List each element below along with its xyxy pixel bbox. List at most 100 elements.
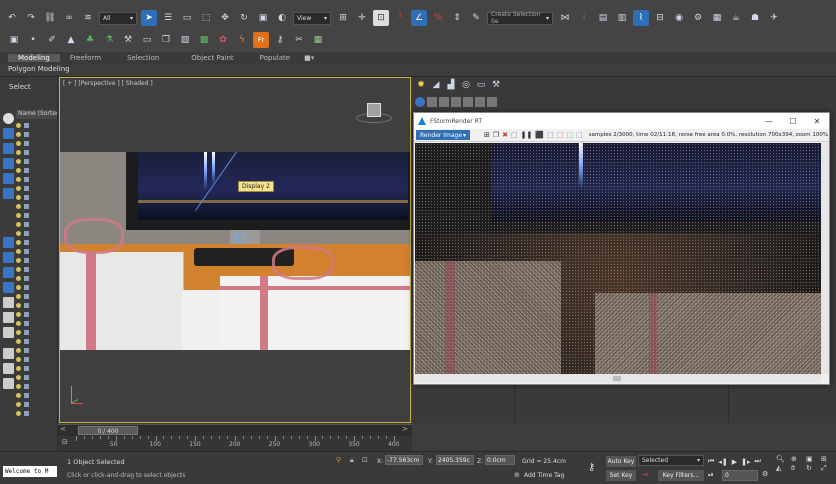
display-frozen-icon[interactable] — [3, 312, 14, 323]
red-channel-icon[interactable]: ⬚ — [557, 131, 564, 139]
visibility-bulb-icon[interactable] — [16, 177, 21, 182]
visibility-bulb-icon[interactable] — [16, 276, 21, 281]
lock-selection-icon[interactable]: 🔒︎ — [350, 456, 354, 465]
mirror-icon[interactable]: ⋈ — [557, 10, 573, 26]
visibility-bulb-icon[interactable] — [16, 312, 21, 317]
visibility-bulb-icon[interactable] — [16, 132, 21, 137]
named-selection-dropdown[interactable]: Create Selection Se ▾ — [487, 11, 553, 25]
blue-channel-icon[interactable]: ⬚ — [576, 131, 583, 139]
maxscript-listener[interactable]: Welcome to M — [3, 466, 57, 477]
time-slider-thumb[interactable]: 0 / 400 — [78, 426, 138, 435]
viewport-label[interactable]: [ + ] [Perspective ] [ Shaded ] — [63, 80, 153, 87]
x-coord-field[interactable]: -77.563cm — [385, 455, 423, 465]
zoom-extents-all-icon[interactable]: ⊞ — [821, 455, 835, 463]
display-bones-icon[interactable] — [3, 282, 14, 293]
zoom-extents-icon[interactable]: ▣ — [806, 455, 820, 463]
region-render-icon[interactable]: ⬚ — [511, 131, 518, 139]
visibility-bulb-icon[interactable] — [16, 330, 21, 335]
explorer-tree-row[interactable] — [16, 391, 58, 400]
explorer-tree-row[interactable] — [16, 319, 58, 328]
explorer-tree-row[interactable] — [16, 157, 58, 166]
zoom-all-icon[interactable]: ⊕ — [791, 455, 805, 463]
visibility-bulb-icon[interactable] — [16, 303, 21, 308]
key-mode-icon[interactable]: ⚷ — [588, 462, 595, 473]
display-cameras-icon[interactable] — [3, 173, 14, 184]
tab-object-paint[interactable]: Object Paint — [175, 54, 249, 62]
visibility-bulb-icon[interactable] — [16, 213, 21, 218]
perspective-viewport[interactable]: [ + ] [Perspective ] [ Shaded ] Display … — [59, 77, 411, 423]
time-slider[interactable]: < 0 / 400 > — [58, 424, 412, 436]
lock-render-icon[interactable]: ⬚ — [547, 131, 554, 139]
set-key-icon[interactable]: ⊸ — [642, 470, 649, 479]
prev-frame-icon[interactable]: ◂❚ — [718, 458, 727, 466]
orbit-icon[interactable]: ↻ — [806, 464, 820, 473]
play-icon[interactable]: ▶ — [732, 458, 737, 466]
explorer-tree-row[interactable] — [16, 121, 58, 130]
explorer-tree-row[interactable] — [16, 373, 58, 382]
schematic-view-icon[interactable]: ⊟ — [652, 10, 668, 26]
explorer-tree-row[interactable] — [16, 355, 58, 364]
toggle-ribbon-icon[interactable]: ▥ — [614, 10, 630, 26]
light-target-icon[interactable] — [236, 234, 244, 242]
explorer-tree-row[interactable] — [16, 346, 58, 355]
visibility-bulb-icon[interactable] — [16, 366, 21, 371]
explorer-tree-row[interactable] — [16, 382, 58, 391]
visibility-bulb-icon[interactable] — [16, 294, 21, 299]
visibility-bulb-icon[interactable] — [16, 186, 21, 191]
material-editor-icon[interactable]: ◉ — [671, 10, 687, 26]
tv-icon[interactable]: ▭ — [139, 32, 155, 48]
motion-panel-icon[interactable]: ◎ — [460, 79, 472, 91]
go-to-start-icon[interactable]: ⏮ — [708, 457, 714, 466]
fstorm-icon[interactable]: Fr — [253, 32, 269, 48]
pivot-icon[interactable]: ⊞ — [335, 10, 351, 26]
select-by-name-icon[interactable]: ☰ — [160, 10, 176, 26]
explorer-tree-row[interactable] — [16, 292, 58, 301]
minimize-icon[interactable]: — — [757, 117, 781, 126]
lights-icon[interactable] — [439, 97, 449, 107]
field-of-view-icon[interactable]: ◭ — [776, 464, 790, 473]
paint-icon[interactable]: ✐ — [44, 32, 60, 48]
display-none-icon[interactable] — [3, 113, 14, 124]
display-groups-icon[interactable] — [3, 252, 14, 263]
display-xrefs-icon[interactable] — [3, 267, 14, 278]
select-manipulate-icon[interactable]: ✛ — [354, 10, 370, 26]
visibility-bulb-icon[interactable] — [16, 195, 21, 200]
green-channel-icon[interactable]: ⬚ — [566, 131, 573, 139]
flower-icon[interactable]: ✿ — [215, 32, 231, 48]
visibility-bulb-icon[interactable] — [16, 168, 21, 173]
align-icon[interactable]: ⫶ — [576, 10, 592, 26]
explorer-tree-row[interactable] — [16, 247, 58, 256]
display-spacewarps-icon[interactable] — [3, 237, 14, 248]
visibility-bulb-icon[interactable] — [16, 150, 21, 155]
render-active-icon[interactable]: ✈ — [766, 10, 782, 26]
undo-icon[interactable]: ↶ — [4, 10, 20, 26]
shapes-icon[interactable] — [427, 97, 437, 107]
pin-icon[interactable]: ⚲ — [336, 456, 341, 464]
explorer-tree-row[interactable] — [16, 175, 58, 184]
flask-icon[interactable]: ⚗ — [101, 32, 117, 48]
hammer-icon[interactable]: ⚒ — [120, 32, 136, 48]
point-icon[interactable]: • — [25, 32, 41, 48]
render-iterative-icon[interactable]: ☗ — [747, 10, 763, 26]
viewcube[interactable] — [356, 100, 392, 126]
cameras-icon[interactable] — [451, 97, 461, 107]
visibility-bulb-icon[interactable] — [16, 231, 21, 236]
curve-editor-icon[interactable]: ⌇ — [633, 10, 649, 26]
rendered-frame-icon[interactable]: ▦ — [709, 10, 725, 26]
layer-toggle-icon[interactable] — [3, 378, 14, 389]
mini-curve-editor-icon[interactable]: ⊟ — [62, 438, 68, 446]
ribbon-panel-title[interactable]: Polygon Modeling — [8, 64, 70, 75]
explorer-tree-row[interactable] — [16, 193, 58, 202]
explorer-tree-row[interactable] — [16, 130, 58, 139]
time-slider-next-icon[interactable]: > — [402, 425, 408, 433]
key-icon[interactable]: ⚷ — [272, 32, 288, 48]
explorer-tree-row[interactable] — [16, 148, 58, 157]
maximize-viewport-icon[interactable]: ⤢ — [821, 464, 835, 473]
render-scrollbar-h[interactable] — [415, 374, 821, 383]
visibility-bulb-icon[interactable] — [16, 375, 21, 380]
visibility-bulb-icon[interactable] — [16, 285, 21, 290]
select-object-icon[interactable]: ➤ — [141, 10, 157, 26]
container-icon[interactable]: ▣ — [6, 32, 22, 48]
display-hidden-icon[interactable] — [3, 327, 14, 338]
key-filters-button[interactable]: Key Filters... — [658, 470, 704, 481]
